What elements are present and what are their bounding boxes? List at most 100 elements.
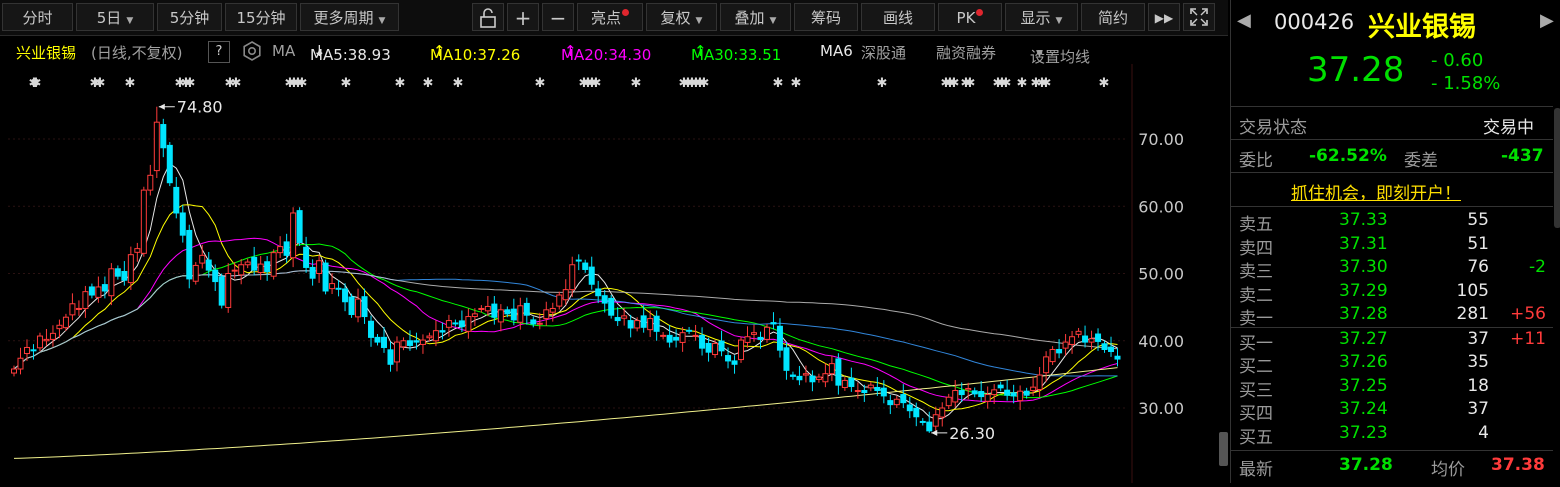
chips-button[interactable]: 筹码 (794, 3, 858, 31)
adjust-button[interactable]: 复权 ▼ (646, 3, 717, 31)
gear-icon[interactable] (242, 41, 262, 65)
candle-down (1101, 343, 1108, 350)
collapse-handle[interactable] (1219, 432, 1228, 466)
next-stock-icon[interactable]: ▶ (1540, 10, 1554, 31)
period-tab-5min[interactable]: 5分钟 (157, 3, 222, 31)
candle-down (919, 420, 926, 423)
candle-up (95, 286, 102, 298)
candle-up (497, 309, 504, 323)
weicha-value: -437 (1501, 146, 1544, 166)
candle-up (484, 305, 491, 312)
ask-row[interactable]: 卖一 37.28 281 +56 (1231, 304, 1553, 329)
prev-stock-icon[interactable]: ◀ (1237, 10, 1251, 31)
chart-mode: (日线,不复权) (91, 44, 183, 62)
tool-label: 叠加 (734, 9, 765, 27)
weibi-label: 委比 (1239, 151, 1273, 171)
candle-up (17, 357, 24, 370)
period-tab-timeshare[interactable]: 分时 (2, 3, 73, 31)
bid-row[interactable]: 买二 37.26 35 (1231, 352, 1553, 377)
candle-up (49, 332, 56, 340)
candle-up (445, 320, 452, 328)
level-volume: 35 (1467, 352, 1489, 372)
candle-up (965, 387, 972, 391)
candle-down (588, 266, 595, 285)
level-price: 37.29 (1339, 280, 1388, 301)
candle-up (744, 336, 751, 343)
kline-svg: 70.00 60.00 50.00 40.00 30.00 74.80 26.30 ✱ ✱ ✱ ✱ ✱… (8, 64, 1184, 483)
bid-row[interactable]: 买五 37.23 4 (1231, 423, 1553, 448)
avg-label: 均价 (1431, 460, 1465, 480)
event-marker-icon: ✱ (1041, 76, 1052, 91)
display-button[interactable]: 显示 ▼ (1005, 3, 1078, 31)
candle-up (679, 332, 686, 343)
kline-chart[interactable]: 70.00 60.00 50.00 40.00 30.00 74.80 26.30 ✱ ✱ ✱ ✱ ✱… (0, 64, 1220, 483)
candle-up (1030, 386, 1037, 392)
candle-up (802, 373, 809, 376)
ask-row[interactable]: 卖二 37.29 105 (1231, 280, 1553, 306)
forward-button[interactable]: ▶▶ (1148, 3, 1180, 31)
candle-down (1004, 389, 1011, 396)
period-tab-5day[interactable]: 5日 ▼ (76, 3, 154, 31)
pk-button[interactable]: PK (938, 3, 1002, 31)
ma60-label: MA6 (820, 42, 853, 60)
candle-up (36, 335, 43, 349)
tool-label: PK (956, 9, 976, 27)
simple-button[interactable]: 简约 (1081, 3, 1145, 31)
panel-scrollbar[interactable] (1554, 108, 1560, 228)
candle-up (712, 342, 719, 356)
candle-up (355, 298, 362, 318)
bid-row[interactable]: 买三 37.25 18 (1231, 376, 1553, 401)
candle-down (121, 270, 128, 281)
candle-down (296, 210, 303, 244)
candle-up (393, 341, 400, 363)
candle-up (549, 307, 556, 313)
candle-down (640, 315, 647, 328)
ask-row[interactable]: 卖五 37.33 55 (1231, 210, 1553, 235)
highlight-button[interactable]: 亮点 (577, 3, 643, 31)
margin-link[interactable]: 融资融券 (936, 42, 996, 63)
candle-up (841, 379, 848, 388)
open-account-link[interactable]: 抓住机会，即刻开户！ (1291, 179, 1461, 204)
overlay-button[interactable]: 叠加 ▼ (720, 3, 791, 31)
level-label: 卖四 (1239, 238, 1273, 259)
candle-down (530, 319, 537, 325)
status-label: 交易状态 (1239, 118, 1307, 138)
fullscreen-button[interactable] (1183, 3, 1215, 31)
draw-button[interactable]: 画线 (861, 3, 935, 31)
candle-down (458, 320, 465, 328)
ask-row[interactable]: 卖三 37.30 76 -2 (1231, 257, 1553, 282)
zoom-in-button[interactable]: + (507, 3, 539, 31)
divider (1231, 450, 1553, 451)
candle-down (452, 322, 459, 325)
candle-up (471, 313, 478, 318)
candle-up (621, 315, 628, 319)
ask-row[interactable]: 卖四 37.31 51 (1231, 234, 1553, 259)
candle-down (653, 315, 660, 332)
shenguto-link[interactable]: 深股通 (861, 42, 906, 63)
candle-down (880, 387, 887, 397)
candle-up (192, 264, 199, 282)
candle-down (796, 375, 803, 381)
candle-up (75, 307, 82, 310)
ma-settings-button[interactable]: 设置均线 ▼ (1030, 42, 1090, 66)
zoom-out-button[interactable]: − (542, 3, 574, 31)
candle-up (939, 407, 946, 418)
candle-down (264, 261, 271, 272)
candle-up (660, 334, 667, 337)
candle-down (439, 330, 446, 333)
event-marker-icon: ✱ (453, 76, 464, 91)
tool-label: 亮点 (590, 9, 621, 27)
caret-down-icon: ▼ (378, 16, 386, 26)
bid-row[interactable]: 买一 37.27 37 +11 (1231, 329, 1553, 354)
ma30-line (13, 243, 1118, 399)
candle-up (763, 326, 770, 340)
period-tab-more[interactable]: 更多周期 ▼ (300, 3, 399, 31)
period-tab-15min[interactable]: 15分钟 (225, 3, 297, 31)
low-label: 26.30 (949, 424, 995, 443)
ma5-value: MA5:38.93 ↓ (310, 42, 391, 64)
lock-button[interactable] (472, 3, 504, 31)
bid-row[interactable]: 买四 37.24 37 (1231, 399, 1553, 424)
candle-down (1010, 392, 1017, 397)
help-button[interactable]: ? (208, 41, 230, 63)
ma250-line (13, 367, 1118, 459)
